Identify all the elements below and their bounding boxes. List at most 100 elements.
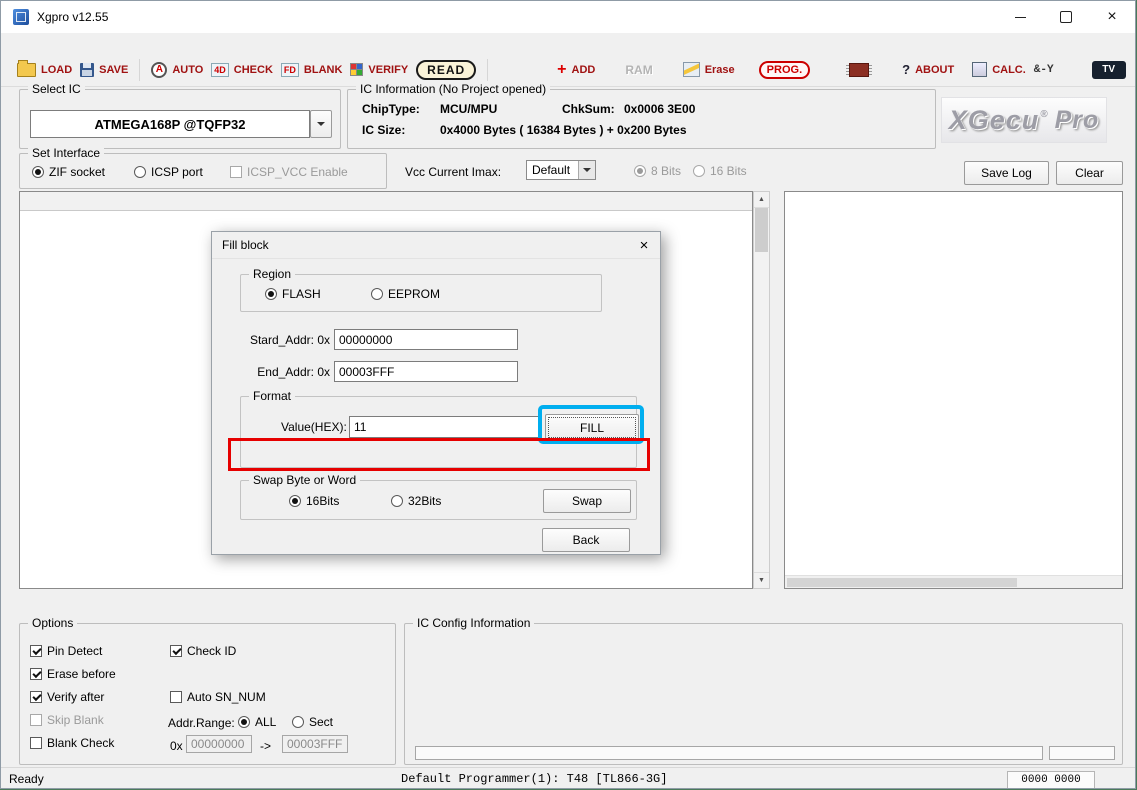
radio-icsp-port[interactable]: ICSP port — [134, 165, 203, 179]
chksum-label: ChkSum: — [562, 102, 615, 116]
vcc-current-combo[interactable]: Default — [526, 160, 596, 180]
chip-icon — [849, 63, 869, 77]
checkbox-check-id[interactable]: Check ID — [170, 644, 236, 658]
radio-16bits-label: 16 Bits — [710, 164, 747, 178]
tv-button[interactable]: TV — [1088, 59, 1130, 81]
auto-button[interactable]: A AUTO — [147, 60, 207, 80]
chip-test-button[interactable] — [840, 61, 878, 79]
hex-vertical-scrollbar[interactable]: ▲ ▼ — [753, 191, 770, 589]
read-button[interactable]: READ — [412, 58, 480, 82]
format-group: Format Value(HEX): FILL — [240, 396, 637, 468]
config-progress-bar — [415, 746, 1043, 760]
minimize-button[interactable] — [997, 1, 1043, 33]
scrollbar-thumb[interactable] — [787, 578, 1017, 587]
load-button[interactable]: LOAD — [13, 61, 76, 79]
app-window: Xgpro v12.55 × LOAD SAVE A AUTO 4D CHECK… — [0, 0, 1136, 789]
scrollbar-thumb[interactable] — [755, 208, 768, 252]
check-id-label: Check ID — [187, 644, 236, 658]
scroll-up-arrow-icon[interactable]: ▲ — [754, 192, 769, 208]
save-button[interactable]: SAVE — [76, 61, 132, 79]
radio-eeprom[interactable]: EEPROM — [371, 287, 440, 301]
range-start-input — [186, 735, 252, 753]
start-addr-input[interactable] — [334, 329, 518, 350]
swap-button[interactable]: Swap — [543, 489, 631, 513]
range-arrow: -> — [260, 739, 271, 753]
checkbox-icon — [30, 645, 42, 657]
blank-check-label: Blank Check — [47, 736, 114, 750]
select-ic-dropdown-button[interactable] — [310, 110, 332, 138]
logic-icon: &-Y — [1034, 64, 1054, 76]
scroll-down-arrow-icon[interactable]: ▼ — [754, 572, 769, 588]
ic-size-label: IC Size: — [362, 123, 405, 137]
checkbox-blank-check[interactable]: Blank Check — [30, 736, 114, 750]
checkbox-erase-before[interactable]: Erase before — [30, 667, 116, 681]
dialog-title-bar: Fill block — [212, 232, 660, 259]
clear-log-button[interactable]: Clear — [1056, 161, 1123, 185]
radio-addr-range-sect[interactable]: Sect — [292, 715, 333, 729]
erase-before-label: Erase before — [47, 667, 116, 681]
dialog-close-button[interactable]: × — [633, 236, 655, 255]
pin-detect-label: Pin Detect — [47, 644, 102, 658]
checkbox-icon — [30, 691, 42, 703]
fill-button[interactable]: FILL — [545, 414, 639, 441]
set-interface-group: Set Interface ZIF socket ICSP port ICSP_… — [19, 153, 387, 189]
checkbox-verify-after[interactable]: Verify after — [30, 690, 104, 704]
start-addr-label: Stard_Addr: 0x — [234, 333, 330, 347]
region-group-label: Region — [249, 267, 295, 281]
radio-dot-icon — [32, 166, 44, 178]
prog-button[interactable]: PROG. — [755, 59, 814, 81]
toolbar-separator — [139, 59, 140, 81]
ram-button[interactable]: RAM — [621, 61, 656, 79]
close-icon: × — [640, 237, 649, 254]
check-button[interactable]: 4D CHECK — [207, 61, 277, 79]
status-programmer: Default Programmer(1): T48 [TL866-3G] — [401, 772, 667, 786]
radio-zif-socket[interactable]: ZIF socket — [32, 165, 105, 179]
checkbox-auto-sn-num[interactable]: Auto SN_NUM — [170, 690, 266, 704]
erase-label: Erase — [705, 64, 735, 76]
ram-icon: RAM — [625, 63, 652, 77]
about-label: ABOUT — [915, 64, 954, 76]
selected-ic-display[interactable]: ATMEGA168P @TQFP32 — [30, 110, 310, 138]
set-interface-group-label: Set Interface — [28, 146, 104, 160]
logo-suffix: Pro — [1055, 106, 1100, 135]
add-button[interactable]: + ADD — [553, 60, 599, 80]
radio-flash[interactable]: FLASH — [265, 287, 321, 301]
load-label: LOAD — [41, 64, 72, 76]
ic-config-group-label: IC Config Information — [413, 616, 534, 630]
check-label: CHECK — [234, 64, 273, 76]
question-icon: ? — [902, 62, 910, 77]
log-horizontal-scrollbar[interactable] — [785, 575, 1122, 588]
calc-button[interactable]: CALC. — [968, 60, 1030, 79]
maximize-button[interactable] — [1043, 1, 1089, 33]
end-addr-input[interactable] — [334, 361, 518, 382]
calculator-icon — [972, 62, 987, 77]
checkbox-pin-detect[interactable]: Pin Detect — [30, 644, 102, 658]
erase-button[interactable]: Erase — [679, 60, 739, 79]
radio-8bits-label: 8 Bits — [651, 164, 681, 178]
maximize-icon — [1060, 11, 1072, 23]
radio-addr-range-all[interactable]: ALL — [238, 715, 276, 729]
select-ic-group: Select IC ATMEGA168P @TQFP32 — [19, 89, 341, 149]
disk-icon — [80, 63, 94, 77]
fill-value-input[interactable] — [349, 416, 541, 438]
sect-label: Sect — [309, 715, 333, 729]
icsp-vcc-label: ICSP_VCC Enable — [247, 165, 348, 179]
swap-group: Swap Byte or Word 16Bits 32Bits Swap — [240, 480, 637, 520]
plus-icon: + — [557, 62, 566, 78]
save-log-button[interactable]: Save Log — [964, 161, 1049, 185]
status-ready: Ready — [9, 772, 44, 786]
close-button[interactable]: × — [1089, 1, 1135, 33]
radio-16bits-swap[interactable]: 16Bits — [289, 494, 339, 508]
close-icon: × — [1107, 9, 1116, 25]
verify-button[interactable]: VERIFY — [346, 61, 412, 78]
config-status-field — [1049, 746, 1115, 760]
radio-32bits-swap[interactable]: 32Bits — [391, 494, 441, 508]
blank-button[interactable]: FD BLANK — [277, 61, 347, 79]
blank-label: BLANK — [304, 64, 343, 76]
about-button[interactable]: ? ABOUT — [898, 60, 958, 79]
swap-group-label: Swap Byte or Word — [249, 473, 360, 487]
logic-test-button[interactable]: &-Y — [1030, 62, 1058, 78]
range-end-input — [282, 735, 348, 753]
window-title: Xgpro v12.55 — [37, 10, 108, 24]
back-button[interactable]: Back — [542, 528, 630, 552]
